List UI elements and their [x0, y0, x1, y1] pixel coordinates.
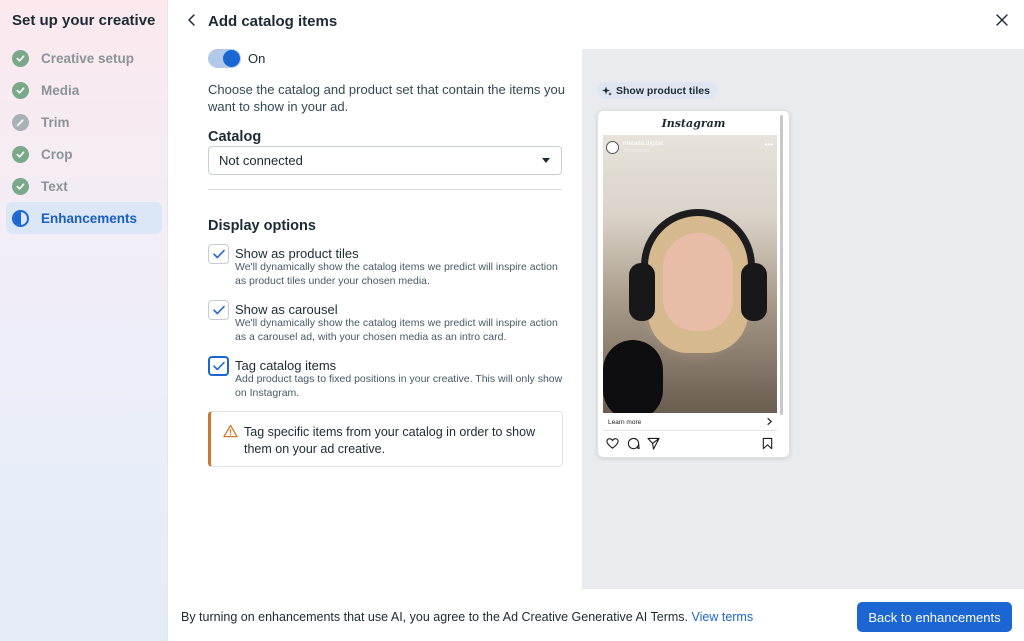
option-title: Show as carousel: [235, 302, 338, 317]
catalog-select[interactable]: Not connected: [208, 146, 562, 175]
step-label: Enhancements: [41, 210, 138, 226]
catalog-label: Catalog: [208, 129, 262, 145]
headphones-right: [741, 263, 767, 321]
option-description: We'll dynamically show the catalog items…: [235, 317, 558, 343]
share-icon: [647, 437, 660, 450]
step-label: Media: [41, 82, 80, 98]
step-media[interactable]: Media: [6, 74, 162, 106]
warning-icon: [223, 424, 238, 438]
step-label: Text: [41, 178, 68, 194]
headphones-left: [629, 263, 655, 321]
caret-down-icon: [542, 158, 550, 163]
step-list: Creative setup Media Trim Crop Text Enha…: [6, 42, 162, 234]
option-title: Show as product tiles: [235, 246, 359, 261]
checkmark-icon: [212, 249, 225, 259]
cta-bar: Learn more: [603, 415, 777, 431]
catalog-description: Choose the catalog and product set that …: [208, 82, 566, 114]
option-title: Tag catalog items: [235, 358, 337, 373]
warning-text: Tag specific items from your catalog in …: [244, 425, 536, 456]
instagram-preview: Instagram metalla.digital Sponsored ••• …: [597, 110, 790, 458]
show-product-tiles-pill[interactable]: Show product tiles: [597, 82, 718, 99]
checkmark-icon: [212, 305, 225, 315]
edit-pencil-icon: [12, 113, 29, 131]
ai-terms-text: By turning on enhancements that use AI, …: [181, 610, 689, 624]
microphone-shape: [603, 340, 663, 413]
back-to-enhancements-button[interactable]: Back to enhancements: [857, 602, 1012, 632]
carousel-checkbox[interactable]: [208, 300, 229, 320]
check-circle-icon: [12, 49, 29, 67]
ad-media-image: [603, 135, 777, 413]
warning-banner: Tag specific items from your catalog in …: [208, 411, 563, 467]
sidebar: Set up your creative Creative setup Medi…: [0, 0, 168, 641]
step-crop[interactable]: Crop: [6, 138, 162, 170]
option-description: We'll dynamically show the catalog items…: [235, 261, 558, 287]
step-enhancements[interactable]: Enhancements: [6, 202, 162, 234]
post-actions: [603, 437, 777, 451]
toggle-label: On: [248, 51, 266, 66]
avatar: [606, 140, 619, 154]
view-terms-link[interactable]: View terms: [692, 610, 754, 624]
step-trim: Trim: [6, 106, 162, 138]
pill-label: Show product tiles: [616, 84, 710, 97]
instagram-logo: Instagram: [661, 117, 726, 130]
check-circle-icon: [12, 177, 29, 195]
preview-scrollbar[interactable]: [780, 115, 783, 415]
sidebar-title: Set up your creative: [12, 12, 156, 29]
step-text[interactable]: Text: [6, 170, 162, 202]
cta-label: Learn more: [608, 419, 642, 426]
ai-terms-notice: By turning on enhancements that use AI, …: [181, 610, 753, 624]
step-label: Creative setup: [41, 50, 135, 66]
back-arrow-icon[interactable]: [184, 12, 200, 28]
bookmark-icon: [762, 437, 773, 450]
display-options-title: Display options: [208, 218, 316, 234]
checkmark-icon: [212, 361, 225, 371]
divider: [208, 189, 562, 190]
page-title: Add catalog items: [208, 13, 338, 30]
chevron-right-icon: [767, 417, 773, 426]
post-header: metalla.digital Sponsored •••: [603, 139, 777, 155]
comment-icon: [627, 437, 640, 450]
product-tiles-checkbox[interactable]: [208, 244, 229, 264]
catalog-select-value: Not connected: [219, 153, 303, 168]
more-icon: •••: [764, 140, 773, 149]
half-circle-icon: [12, 209, 29, 227]
step-creative-setup[interactable]: Creative setup: [6, 42, 162, 74]
close-icon[interactable]: [994, 12, 1010, 28]
sparkle-icon: [602, 86, 612, 96]
sponsored-label: Sponsored: [623, 147, 650, 154]
option-description: Add product tags to fixed positions in y…: [235, 373, 563, 399]
check-circle-icon: [12, 145, 29, 163]
catalog-toggle[interactable]: [208, 49, 241, 68]
step-label: Crop: [41, 146, 73, 162]
step-label: Trim: [41, 114, 70, 130]
check-circle-icon: [12, 81, 29, 99]
heart-icon: [606, 438, 619, 449]
account-block: metalla.digital Sponsored: [623, 140, 663, 155]
tag-catalog-checkbox[interactable]: [208, 356, 229, 376]
headphones-band: [641, 209, 755, 289]
account-name: metalla.digital: [623, 139, 663, 147]
toggle-knob: [223, 50, 240, 67]
